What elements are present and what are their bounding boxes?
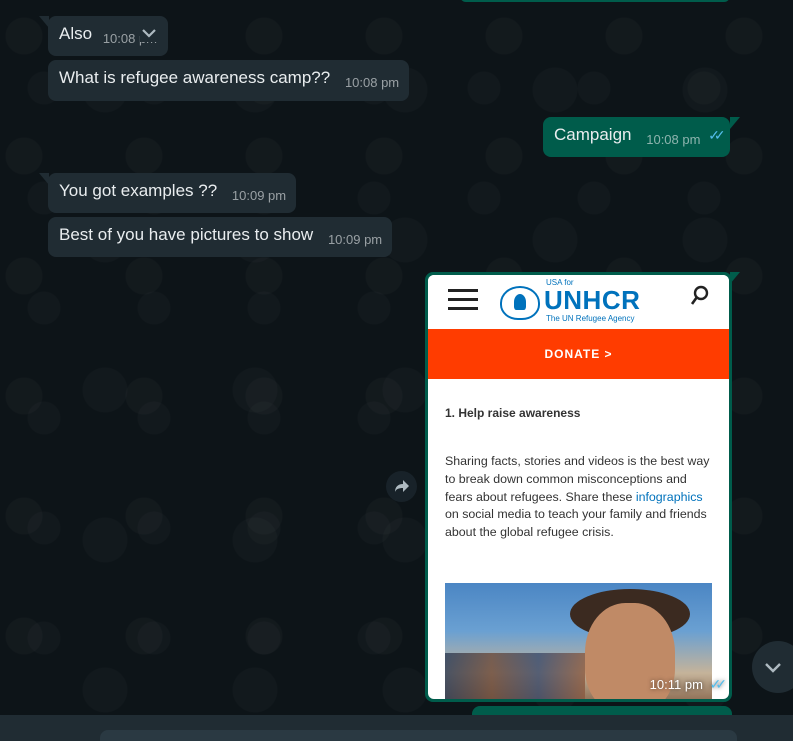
image-message[interactable]: USA for UNHCR The UN Refugee Agency DONA… (425, 272, 732, 702)
article-paragraph: Sharing facts, stories and videos is the… (445, 453, 712, 542)
logo-tagline: The UN Refugee Agency (546, 314, 635, 323)
message-bubble-incoming[interactable]: Also 10:08 pm (48, 16, 168, 56)
menu-icon (448, 289, 478, 316)
double-check-icon: ✓✓ (709, 676, 728, 692)
article-content: 1. Help raise awareness Sharing facts, s… (428, 406, 729, 542)
double-check-icon: ✓✓ (708, 127, 726, 143)
message-text: Also (59, 24, 93, 43)
site-header: USA for UNHCR The UN Refugee Agency (428, 275, 729, 329)
chevron-down-icon[interactable] (140, 24, 158, 42)
message-input[interactable] (100, 730, 737, 741)
message-bubble-incoming[interactable]: Best of you have pictures to show 10:09 … (48, 217, 393, 257)
message-time: 10:09 pm (327, 232, 383, 247)
message-text: What is refugee awareness camp?? (59, 68, 331, 87)
screenshot-image[interactable]: USA for UNHCR The UN Refugee Agency DONA… (428, 275, 729, 699)
message-bubble-outgoing[interactable]: Campaign 10:08 pm ✓✓ (543, 117, 730, 157)
message-text: You got examples ?? (59, 181, 218, 200)
message-time: 10:08 pm (344, 75, 400, 90)
infographics-link: infographics (635, 489, 703, 504)
logo-word: UNHCR (544, 285, 641, 315)
previous-outgoing-message[interactable] (460, 0, 730, 2)
message-time: 10:08 pm (646, 132, 701, 147)
search-icon (690, 285, 709, 307)
message-bubble-incoming[interactable]: You got examples ?? 10:09 pm (48, 173, 297, 213)
forward-icon[interactable] (386, 471, 417, 502)
message-bubble-incoming[interactable]: What is refugee awareness camp?? 10:08 p… (48, 60, 410, 101)
unhcr-emblem-icon (500, 286, 540, 320)
message-text: Best of you have pictures to show (59, 225, 314, 244)
message-time: 10:09 pm (231, 188, 287, 203)
message-text: Campaign (554, 125, 632, 144)
bubble-tail (730, 117, 740, 129)
donate-banner: DONATE > (428, 329, 729, 379)
paragraph-text: on social media to teach your family and… (445, 507, 707, 540)
unhcr-logo: USA for UNHCR The UN Refugee Agency (500, 278, 650, 324)
message-time: 10:11 pm ✓✓ (649, 676, 728, 692)
photo-crowd (445, 653, 585, 699)
article-heading: 1. Help raise awareness (445, 406, 581, 420)
